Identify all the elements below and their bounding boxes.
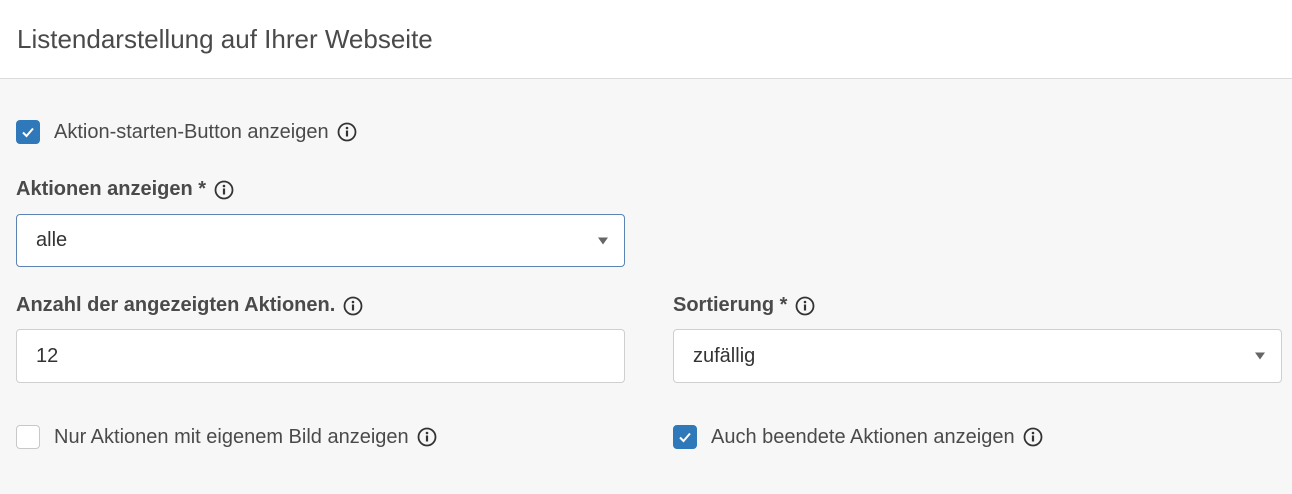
own-image-checkbox[interactable] — [16, 425, 40, 449]
sort-label-text: Sortierung * — [673, 294, 788, 316]
chevron-down-icon — [1255, 352, 1265, 360]
actions-field-label: Aktionen anzeigen * — [16, 178, 234, 201]
own-image-option[interactable]: Nur Aktionen mit eigenem Bild anzeigen — [16, 425, 437, 449]
actions-select-value: alle — [36, 229, 68, 251]
start-button-label: Aktion-starten-Button anzeigen — [54, 120, 329, 143]
info-icon[interactable] — [795, 296, 815, 316]
info-icon[interactable] — [337, 122, 357, 142]
actions-select[interactable]: alle — [16, 214, 625, 267]
info-icon[interactable] — [417, 427, 437, 447]
sort-field-label: Sortierung * — [673, 294, 815, 317]
panel-header: Listendarstellung auf Ihrer Webseite — [0, 0, 1292, 79]
ended-actions-checkbox[interactable] — [673, 425, 697, 449]
start-button-option[interactable]: Aktion-starten-Button anzeigen — [16, 120, 357, 144]
checkmark-icon — [679, 432, 691, 443]
own-image-label: Nur Aktionen mit eigenem Bild anzeigen — [54, 425, 409, 448]
actions-label-text: Aktionen anzeigen * — [16, 178, 207, 200]
sort-select[interactable]: zufällig — [673, 329, 1282, 383]
checkmark-icon — [22, 127, 34, 138]
ended-actions-label: Auch beendete Aktionen anzeigen — [711, 425, 1015, 448]
page-title: Listendarstellung auf Ihrer Webseite — [17, 23, 433, 54]
count-input[interactable]: 12 — [16, 329, 625, 383]
info-icon[interactable] — [1023, 427, 1043, 447]
info-icon[interactable] — [343, 296, 363, 316]
info-icon[interactable] — [214, 180, 234, 200]
count-label-text: Anzahl der angezeigten Aktionen. — [16, 294, 336, 316]
chevron-down-icon — [598, 237, 608, 244]
settings-panel: Listendarstellung auf Ihrer Webseite Akt… — [0, 0, 1292, 494]
count-input-value: 12 — [36, 344, 59, 367]
start-button-checkbox[interactable] — [16, 120, 40, 144]
count-field-label: Anzahl der angezeigten Aktionen. — [16, 294, 363, 317]
ended-actions-option[interactable]: Auch beendete Aktionen anzeigen — [673, 425, 1043, 449]
sort-select-value: zufällig — [693, 344, 756, 367]
